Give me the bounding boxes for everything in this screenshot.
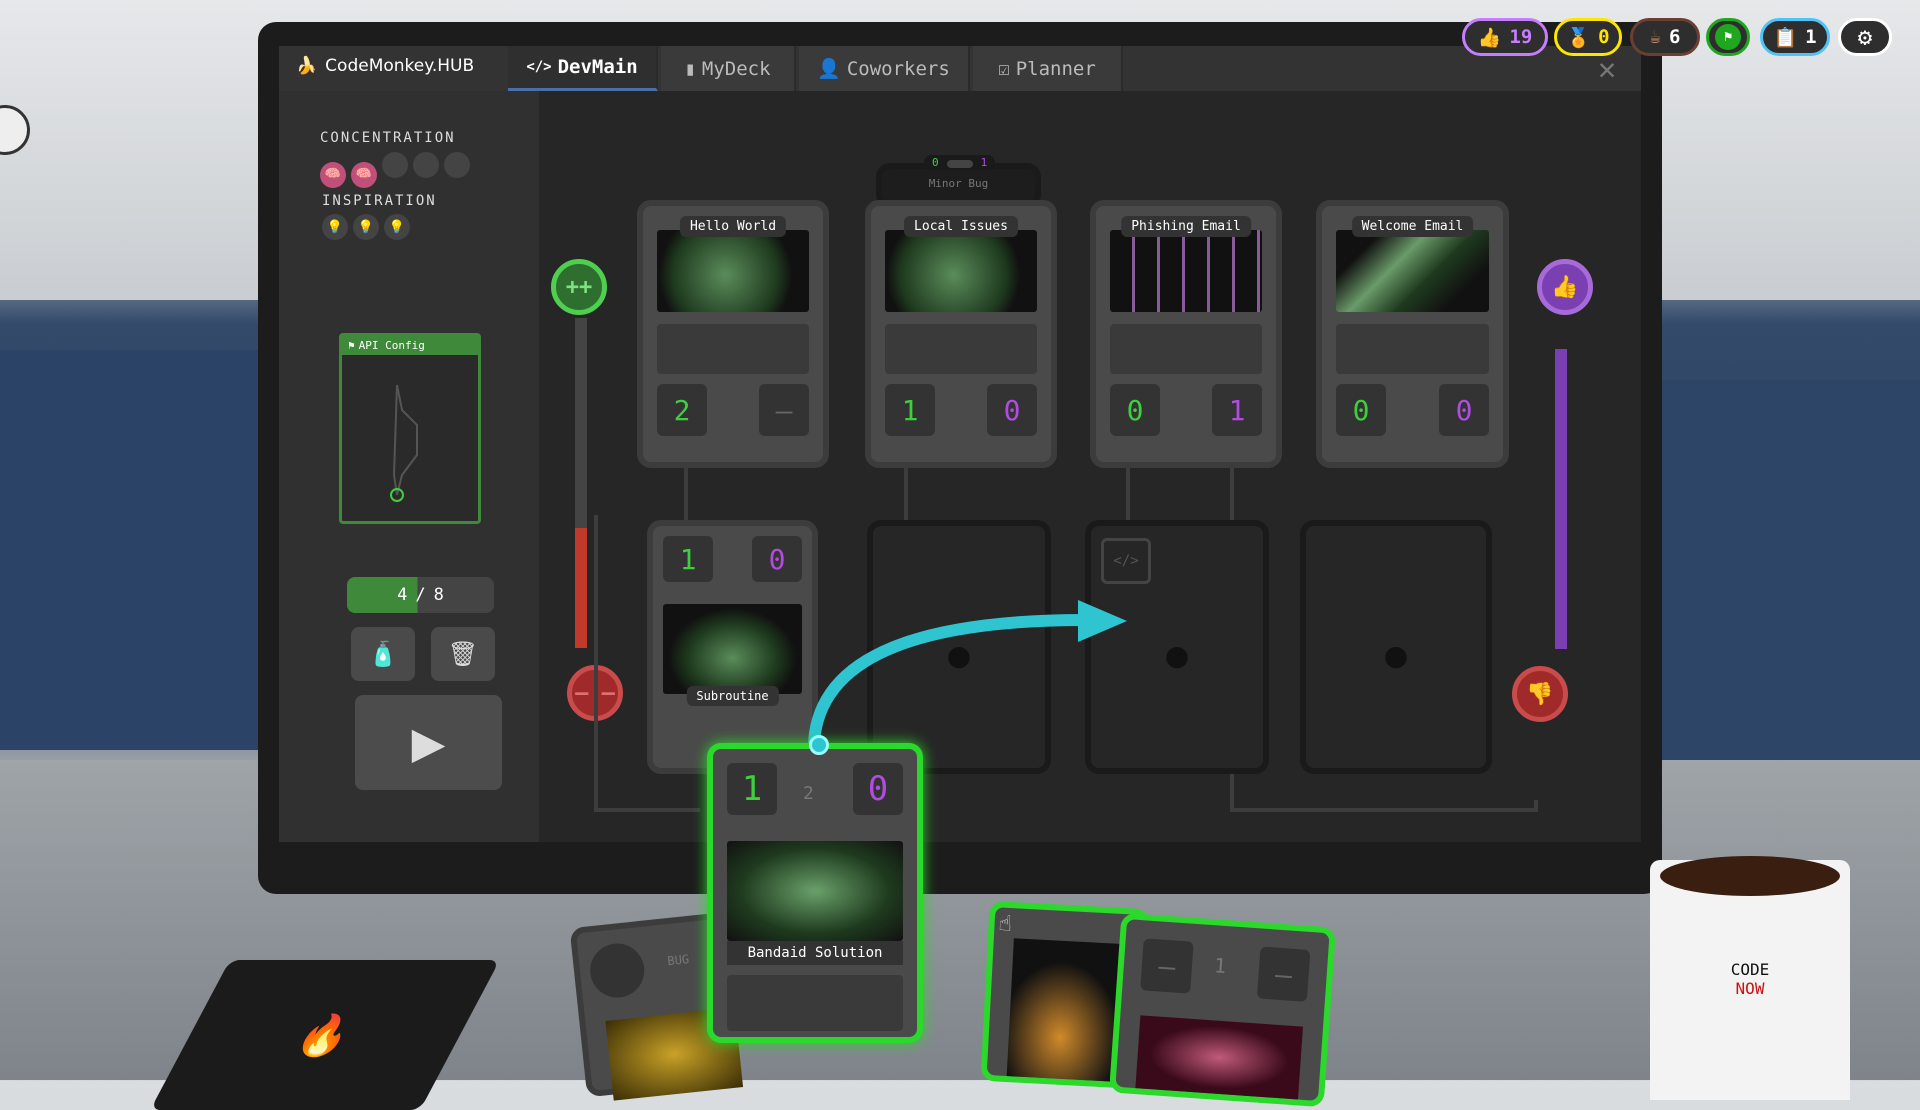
mug-text: NOW <box>1735 979 1765 998</box>
card-title: Bandaid Solution <box>727 941 903 965</box>
chat-value: 0 <box>853 763 903 815</box>
arrow-path <box>808 614 1086 744</box>
bandaid-art <box>727 841 903 941</box>
card-title: Hello World <box>679 216 787 237</box>
cycle-count: 2 <box>803 783 814 804</box>
fire-code-icon: 🔥 <box>287 1012 362 1059</box>
mug-text: CODE <box>1730 960 1770 979</box>
card-title: Welcome Email <box>1351 216 1474 237</box>
drag-arrow <box>808 600 1127 744</box>
card-title: Phishing Email <box>1121 216 1251 237</box>
card-title: Subroutine <box>686 686 779 706</box>
arrowhead <box>1078 600 1127 642</box>
code-value: 1 <box>727 763 777 815</box>
coffee <box>1660 856 1840 896</box>
coffee-mug: CODE NOW <box>1650 856 1850 1100</box>
drag-handle[interactable] <box>809 735 829 755</box>
card-title: Local Issues <box>904 216 1018 237</box>
selected-card-bandaid-solution[interactable]: 1 2 0 Bandaid Solution <box>707 735 923 1043</box>
